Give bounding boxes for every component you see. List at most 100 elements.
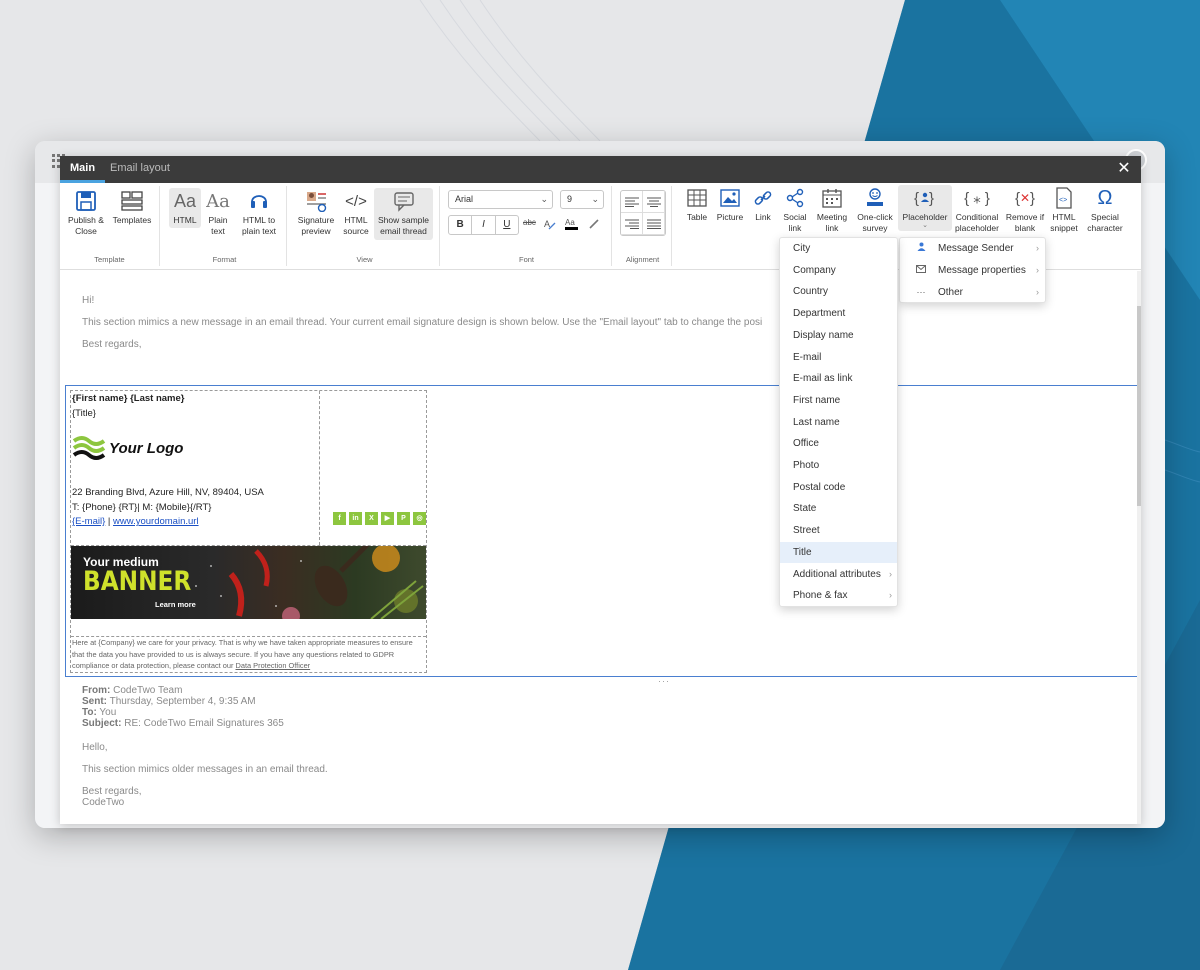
close-icon[interactable]: ✕ xyxy=(1115,160,1133,178)
tab-main[interactable]: Main xyxy=(60,156,106,183)
conditional-placeholder-button[interactable]: { ⁎ } Conditional placeholder xyxy=(952,185,1002,234)
submenu-item-company[interactable]: Company xyxy=(780,260,897,282)
font-size-value: 9 xyxy=(567,194,573,204)
chevron-right-icon: › xyxy=(1036,287,1039,297)
menu-item-label: Message Sender xyxy=(938,243,1014,254)
submenu-item-last-name[interactable]: Last name xyxy=(780,412,897,434)
publish-close-label: Publish & Close xyxy=(68,215,104,236)
align-left-icon[interactable] xyxy=(621,191,643,213)
html-source-button[interactable]: </> HTML source xyxy=(340,188,372,237)
thread-greeting: Hi! xyxy=(82,295,95,306)
align-center-icon[interactable] xyxy=(643,191,665,213)
html-format-button[interactable]: Aa HTML xyxy=(169,188,201,228)
templates-icon xyxy=(110,188,154,214)
from-value: CodeTwo Team xyxy=(113,685,183,696)
submenu-item-street[interactable]: Street xyxy=(780,520,897,542)
submenu-item-photo[interactable]: Photo xyxy=(780,455,897,477)
group-format: Aa HTML Aa Plain text HTML to plain text… xyxy=(163,186,287,266)
font-color-icon[interactable]: Aa xyxy=(565,218,578,230)
remove-if-blank-button[interactable]: {✕} Remove if blank xyxy=(1005,185,1045,234)
social-link-button[interactable]: Social link xyxy=(780,185,810,234)
submenu-item-phone-fax[interactable]: Phone & fax › xyxy=(780,585,897,607)
special-character-button[interactable]: Ω Special character xyxy=(1083,185,1127,234)
table-label: Table xyxy=(686,212,708,222)
linkedin-icon[interactable]: in xyxy=(349,512,362,525)
one-click-survey-button[interactable]: One-click survey xyxy=(853,185,897,234)
submenu-item-first-name[interactable]: First name xyxy=(780,390,897,412)
signature-preview-button[interactable]: Signature preview xyxy=(294,188,338,237)
scrollbar-thumb[interactable] xyxy=(1137,306,1141,506)
submenu-item-label: Phone & fax xyxy=(793,590,848,602)
submenu-item-display-name[interactable]: Display name xyxy=(780,325,897,347)
table-icon xyxy=(682,185,712,211)
submenu-item-city[interactable]: City xyxy=(780,238,897,260)
font-size-select[interactable]: 9 ⌄ xyxy=(560,190,604,209)
menu-item-message-sender[interactable]: Message Sender › xyxy=(900,238,1045,260)
font-family-select[interactable]: Arial ⌄ xyxy=(448,190,553,209)
signature-website-link[interactable]: www.yourdomain.url xyxy=(113,516,199,527)
meeting-link-button[interactable]: Meeting link xyxy=(814,185,850,234)
quoted-sent: Sent: Thursday, September 4, 9:35 AM xyxy=(82,696,256,707)
show-sample-thread-button[interactable]: Show sample email thread xyxy=(374,188,433,240)
link-button[interactable]: Link xyxy=(750,185,776,223)
quoted-signoff: CodeTwo xyxy=(82,797,125,808)
submenu-item-additional-attributes[interactable]: Additional attributes › xyxy=(780,564,897,586)
submenu-item-postal-code[interactable]: Postal code xyxy=(780,477,897,499)
underline-button[interactable]: U xyxy=(496,216,518,234)
instagram-icon[interactable]: ◎ xyxy=(413,512,426,525)
submenu-item-title[interactable]: Title xyxy=(780,541,897,564)
pinterest-icon[interactable]: P xyxy=(397,512,410,525)
tab-email-layout[interactable]: Email layout xyxy=(100,156,180,183)
align-justify-icon[interactable] xyxy=(643,213,665,235)
picture-button[interactable]: Picture xyxy=(714,185,746,223)
signature-editor-frame[interactable]: {First name} {Last name} {Title} Your Lo… xyxy=(65,385,1141,677)
subject-value: RE: CodeTwo Email Signatures 365 xyxy=(124,718,284,729)
html-snippet-button[interactable]: <> HTML snippet xyxy=(1047,185,1081,234)
submenu-item-email-as-link[interactable]: E-mail as link xyxy=(780,368,897,390)
table-button[interactable]: Table xyxy=(682,185,712,223)
facebook-icon[interactable]: f xyxy=(333,512,346,525)
plain-text-button[interactable]: Aa Plain text xyxy=(203,188,233,237)
dpo-link[interactable]: Data Protection Officer xyxy=(236,661,311,670)
text-format-buttons: B I U xyxy=(448,215,519,235)
x-icon[interactable]: X xyxy=(365,512,378,525)
svg-text:A: A xyxy=(544,219,550,229)
plain-text-label: Plain text xyxy=(208,215,228,236)
submenu-item-email[interactable]: E-mail xyxy=(780,347,897,369)
code-icon: </> xyxy=(345,192,367,210)
html-snippet-icon: <> xyxy=(1047,185,1081,211)
chevron-down-icon: ⌄ xyxy=(540,194,548,204)
italic-button[interactable]: I xyxy=(472,216,496,234)
svg-text:<>: <> xyxy=(1059,197,1067,204)
clear-format-icon[interactable]: A xyxy=(544,218,556,232)
bold-button[interactable]: B xyxy=(449,216,473,234)
svg-text:}: } xyxy=(929,190,934,207)
placeholder-button[interactable]: {} Placeholder ⌄ xyxy=(898,185,952,231)
to-label: To: xyxy=(82,707,97,718)
svg-text:{: { xyxy=(914,190,919,207)
group-label-view: View xyxy=(356,255,373,264)
signature-email-link[interactable]: {E-mail} xyxy=(72,516,105,527)
submenu-item-country[interactable]: Country xyxy=(780,281,897,303)
resize-handle[interactable]: ··· xyxy=(658,676,670,686)
menu-item-message-properties[interactable]: Message properties › xyxy=(900,260,1045,282)
signature-separator: | xyxy=(107,516,111,527)
plain-aa-icon: Aa xyxy=(206,190,230,212)
submenu-item-state[interactable]: State xyxy=(780,498,897,520)
chevron-right-icon: › xyxy=(889,590,892,601)
align-right-icon[interactable] xyxy=(621,213,643,235)
strikethrough-icon[interactable]: abc xyxy=(523,218,536,227)
submenu-item-office[interactable]: Office xyxy=(780,433,897,455)
sender-attributes-submenu: City Company Country Department Display … xyxy=(779,237,898,607)
publish-close-button[interactable]: Publish & Close xyxy=(63,188,109,237)
templates-button[interactable]: Templates xyxy=(110,188,154,226)
html-to-plain-button[interactable]: HTML to plain text xyxy=(236,188,282,237)
signature-banner[interactable]: Your medium BANNER Learn more xyxy=(71,546,426,619)
person-icon xyxy=(914,238,928,260)
from-label: From: xyxy=(82,685,111,696)
youtube-icon[interactable]: ▶ xyxy=(381,512,394,525)
submenu-item-department[interactable]: Department xyxy=(780,303,897,325)
highlight-pen-icon[interactable] xyxy=(588,218,600,232)
menu-item-other[interactable]: ··· Other › xyxy=(900,282,1045,304)
signature-preview-label: Signature preview xyxy=(297,215,335,236)
